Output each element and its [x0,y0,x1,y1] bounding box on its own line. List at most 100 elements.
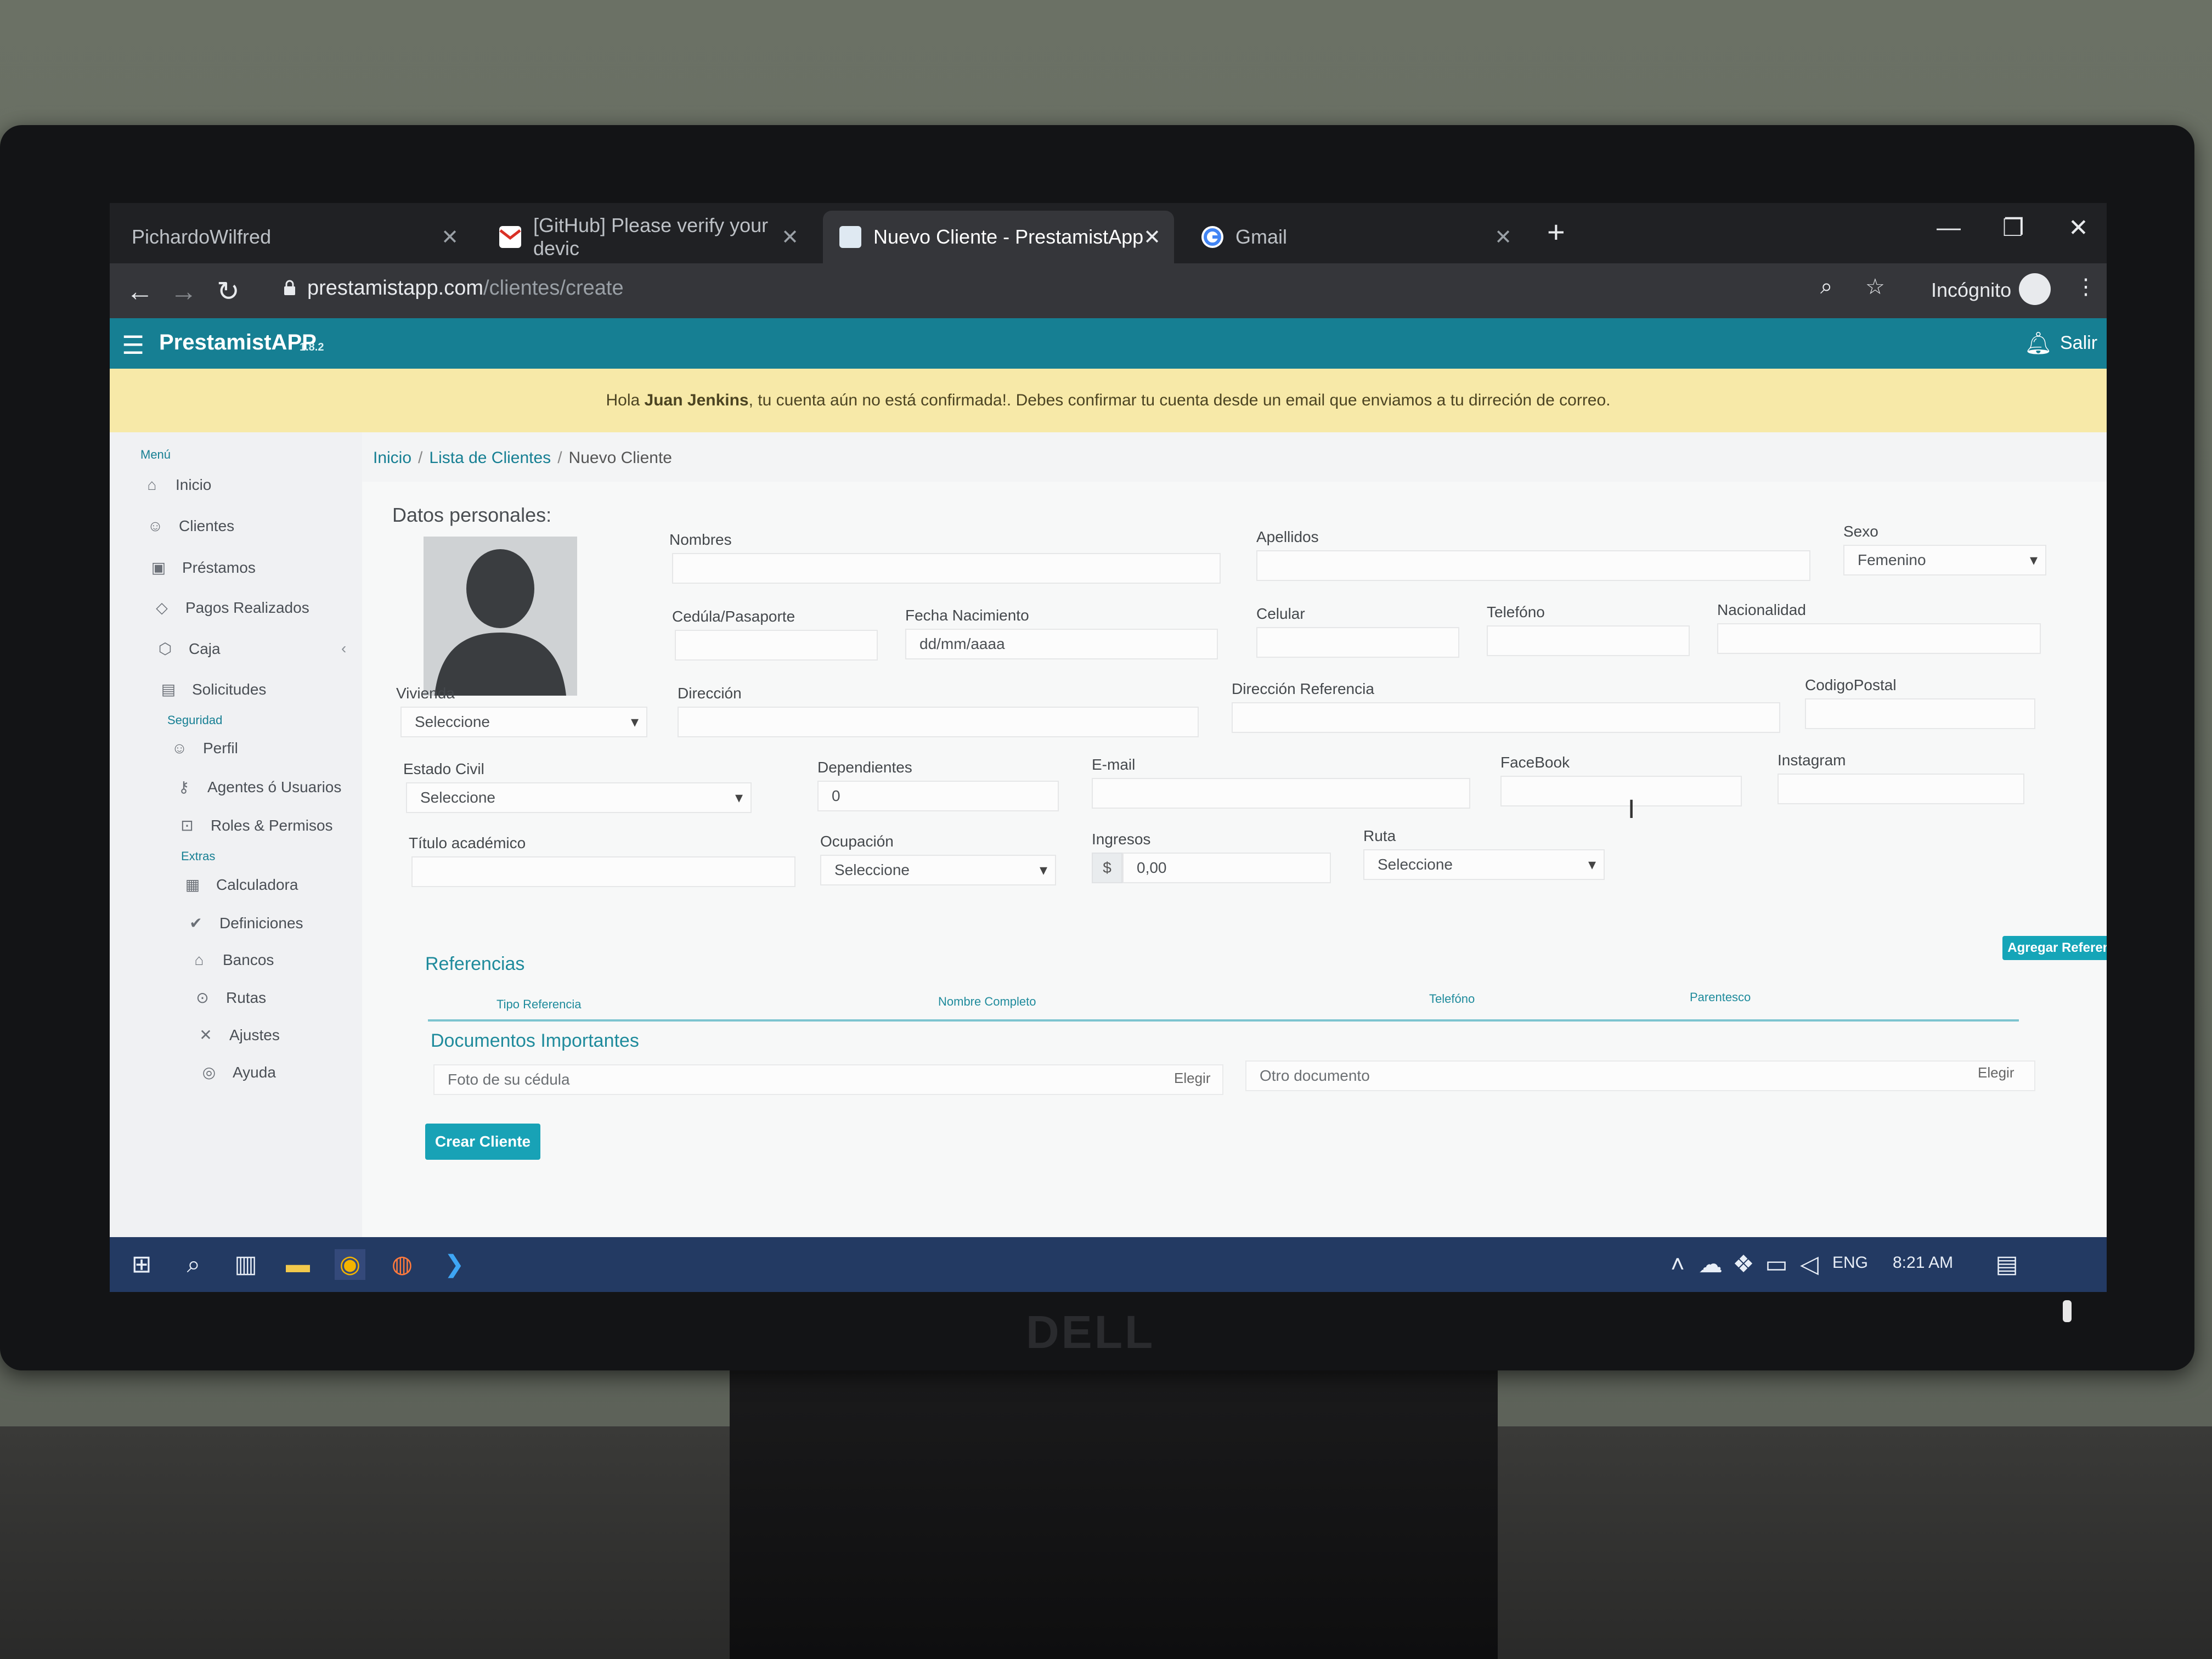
bank-icon: ⌂ [194,951,204,968]
add-reference-button[interactable]: Agregar Referencia [2002,936,2107,960]
app-version: 1.8.2 [300,341,324,353]
sidebar-item-ayuda[interactable]: ◎ Ayuda [200,1063,276,1081]
close-icon[interactable]: ✕ [1494,225,1512,250]
facebook-input[interactable] [1500,776,1742,806]
nombres-label: Nombres [669,531,732,548]
telefono-input[interactable] [1487,625,1690,656]
doc-cedula-file-input[interactable]: Foto de su cédula [433,1064,1223,1095]
sidebar-item-definiciones[interactable]: ✔ Definiciones [187,914,303,932]
windows-start-icon[interactable]: ⊞ [126,1249,157,1280]
onedrive-icon[interactable]: ☁ [1695,1249,1726,1280]
codigo-postal-input[interactable] [1805,698,2035,729]
ingresos-input[interactable]: 0,00 [1122,853,1331,883]
logout-link[interactable]: Salir [2060,332,2097,354]
fecha-nacimiento-input[interactable]: dd/mm/aaaa [905,629,1218,659]
url-path: /clientes/create [483,276,624,300]
vscode-icon[interactable]: ❯ [439,1249,470,1280]
sidebar-heading-menu: Menú [140,448,171,461]
ocupacion-select[interactable]: Seleccione [820,855,1056,885]
breadcrumb-lista-clientes[interactable]: Lista de Clientes [429,449,551,467]
tab-github-verify[interactable]: [GitHub] Please verify your devic ✕ [483,211,812,263]
incognito-icon[interactable] [2019,273,2051,305]
chrome-icon[interactable]: ◉ [335,1249,365,1280]
tab-pichardowilfred[interactable]: PichardoWilfred ✕ [115,211,472,263]
close-icon[interactable]: ✕ [441,225,459,250]
search-icon[interactable]: ⌕ [178,1249,209,1280]
sidebar-item-agentes[interactable]: ⚷ Agentes ó Usuarios [174,778,342,796]
celular-input[interactable] [1256,627,1459,658]
close-icon[interactable]: ✕ [781,225,799,250]
close-icon[interactable]: ✕ [1143,225,1161,250]
email-input[interactable] [1092,778,1470,809]
app-title[interactable]: PrestamistAPP [159,330,317,355]
sidebar-item-clientes[interactable]: ☺ Clientes [146,517,234,535]
tab-nuevo-cliente[interactable]: Nuevo Cliente - PrestamistApp ✕ [823,211,1174,263]
apellidos-input[interactable] [1256,550,1810,581]
bell-icon[interactable]: 🔔︎ [2024,330,2052,356]
gmail-icon [499,226,521,248]
file-explorer-icon[interactable]: ▬ [283,1249,313,1280]
reload-icon[interactable]: ↻ [217,275,240,307]
bookmark-star-icon[interactable]: ☆ [1865,274,1885,300]
minimize-icon[interactable]: — [1937,214,1961,241]
dependientes-input[interactable]: 0 [817,781,1059,811]
sexo-select[interactable]: Femenino [1843,545,2046,575]
sidebar-item-label: Perfil [203,740,238,757]
instagram-label: Instagram [1778,752,1846,769]
direccion-input[interactable] [678,707,1199,737]
cedula-input[interactable] [675,630,878,661]
sidebar-item-rutas[interactable]: ⊙ Rutas [193,989,266,1007]
address-bar-url[interactable]: prestamistapp.com/clientes/create [307,276,624,300]
zoom-search-icon[interactable]: ⌕ [1820,274,1832,299]
ruta-select[interactable]: Seleccione [1363,849,1605,880]
kebab-menu-icon[interactable]: ⋮ [2075,274,2097,300]
network-icon[interactable]: ▭ [1761,1249,1792,1280]
nacionalidad-input[interactable] [1717,623,2041,654]
vivienda-select[interactable]: Seleccione [400,707,647,737]
client-form: Datos personales: Nombres Apellidos Sexo… [362,482,2107,1237]
doc-otro-file-input[interactable]: Otro documento [1245,1060,2035,1091]
client-photo-placeholder[interactable] [424,537,577,696]
dropbox-icon[interactable]: ❖ [1728,1249,1759,1280]
doc-cedula-choose-button[interactable]: Elegir [1174,1070,1210,1087]
sidebar-item-inicio[interactable]: ⌂ Inicio [143,476,212,494]
sidebar-item-roles[interactable]: ⊡ Roles & Permisos [178,816,332,834]
window-close-icon[interactable]: ✕ [2068,214,2089,242]
chevron-up-icon[interactable]: ˄ [1662,1249,1693,1280]
forward-arrow-icon[interactable]: → [170,275,198,307]
hamburger-icon[interactable]: ☰ [122,330,144,360]
sidebar-item-prestamos[interactable]: ▣ Préstamos [149,558,256,577]
sidebar-item-bancos[interactable]: ⌂ Bancos [190,951,274,969]
clock[interactable]: 8:21 AM [1893,1254,1953,1272]
create-client-button[interactable]: Crear Cliente [425,1124,540,1160]
restore-icon[interactable]: ❐ [2002,214,2024,242]
breadcrumb-inicio[interactable]: Inicio [373,449,411,467]
sidebar-item-solicitudes[interactable]: ▤ Solicitudes [159,680,267,698]
estado-civil-select[interactable]: Seleccione [406,782,752,813]
wallet-icon: ▣ [151,559,166,576]
sidebar-item-calculadora[interactable]: ▦ Calculadora [183,876,298,894]
volume-muted-icon[interactable]: ◁ [1794,1249,1825,1280]
doc-otro-choose-button[interactable]: Elegir [1978,1064,2014,1081]
sidebar-item-ajustes[interactable]: ✕ Ajustes [196,1026,280,1044]
direccion-referencia-input[interactable] [1232,702,1780,733]
sidebar-item-label: Bancos [223,951,274,968]
chevron-left-icon[interactable]: ‹ [341,640,346,657]
titulo-academico-input[interactable] [411,856,795,887]
sidebar-item-label: Rutas [226,989,267,1006]
sidebar-item-pagos[interactable]: ◇ Pagos Realizados [153,599,309,617]
nombres-input[interactable] [672,553,1221,584]
new-tab-button[interactable]: + [1547,214,1565,250]
task-view-icon[interactable]: ▥ [230,1249,261,1280]
map-pin-icon: ⊙ [196,989,209,1006]
language-indicator[interactable]: ENG [1832,1254,1868,1272]
sidebar-item-perfil[interactable]: ☺ Perfil [170,740,238,757]
notifications-icon[interactable]: ▤ [1991,1249,2022,1280]
instagram-input[interactable] [1778,774,2024,804]
breadcrumb: Inicio / Lista de Clientes / Nuevo Cliente [373,449,672,467]
sidebar-item-caja[interactable]: ⬡ Caja [156,640,221,658]
firefox-icon[interactable]: ◍ [387,1249,417,1280]
celular-label: Celular [1256,605,1305,622]
tab-gmail[interactable]: Gmail ✕ [1185,211,1525,263]
back-arrow-icon[interactable]: ← [126,275,154,307]
